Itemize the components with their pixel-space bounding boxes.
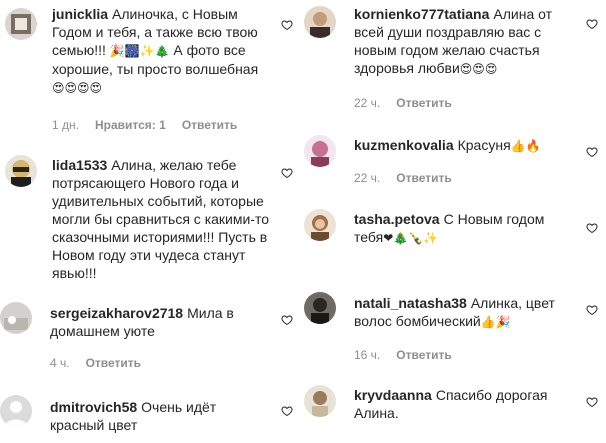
comment-time: 22 ч. — [354, 171, 381, 185]
reply-button[interactable]: Ответить — [396, 348, 451, 362]
avatar[interactable] — [0, 302, 32, 334]
comment-time: 4 ч. — [50, 356, 70, 370]
avatar[interactable] — [0, 395, 32, 427]
comment-emoji: 😍😍😍😍 — [52, 81, 103, 95]
comment-emoji: 👍🎉 — [480, 315, 511, 329]
comment-time: 1 дн. — [52, 118, 79, 132]
avatar[interactable] — [304, 6, 336, 38]
comment-emoji: 👍🔥 — [510, 139, 541, 153]
comment-body: kryvdaanna Спасибо дорогая Алина. — [354, 386, 572, 422]
heart-outline-icon[interactable] — [586, 18, 598, 30]
comment-emoji: 🎉🎆✨🎄 — [109, 44, 170, 58]
comment-body: junicklia Алиночка, с Новым Годом и тебя,… — [52, 5, 270, 97]
comment-body: tasha.petova С Новым годом тебя❤🎄🍾✨ — [354, 210, 572, 247]
comments-column-right: kornienko777tatiana Алина от всей души по… — [302, 0, 602, 443]
comment-username[interactable]: sergeizakharov2718 — [50, 305, 183, 321]
comment-body: dmitrovich58 Очень идёт красный цвет — [50, 398, 270, 434]
reply-button[interactable]: Ответить — [86, 356, 141, 370]
comment-time: 16 ч. — [354, 348, 381, 362]
comment-body: lida1533 Алина, желаю тебе потрясающего Н… — [52, 156, 270, 282]
comment-username[interactable]: dmitrovich58 — [50, 399, 137, 415]
comment-username[interactable]: tasha.petova — [354, 211, 440, 227]
reply-button[interactable]: Ответить — [396, 96, 451, 110]
comment-username[interactable]: kornienko777tatiana — [354, 6, 489, 22]
comment-body: kuzmenkovalia Красуня👍🔥 — [354, 136, 572, 155]
comment-username[interactable]: kuzmenkovalia — [354, 137, 454, 153]
comment-emoji: 😍😍😍 — [459, 62, 498, 76]
heart-outline-icon[interactable] — [586, 396, 598, 408]
avatar[interactable] — [304, 292, 336, 324]
comment-username[interactable]: natali_natasha38 — [354, 295, 467, 311]
comment-text: Алина, желаю тебе потрясающего Нового го… — [52, 157, 269, 281]
comment-likes[interactable]: Нравится: 1 — [95, 118, 166, 132]
comment-text: Красуня — [457, 137, 511, 153]
comment-username[interactable]: lida1533 — [52, 157, 107, 173]
comment-emoji: ❤🎄🍾✨ — [383, 231, 439, 245]
heart-outline-icon[interactable] — [281, 19, 293, 31]
reply-button[interactable]: Ответить — [396, 171, 451, 185]
comment-meta: 22 ч. Ответить — [354, 96, 452, 110]
heart-outline-icon[interactable] — [281, 167, 293, 179]
avatar[interactable] — [5, 155, 37, 187]
comment-body: kornienko777tatiana Алина от всей души по… — [354, 5, 572, 78]
comment-time: 22 ч. — [354, 96, 381, 110]
avatar[interactable] — [304, 135, 336, 167]
comment-meta: 1 дн. Нравится: 1 Ответить — [52, 118, 237, 132]
comment-meta: 4 ч. Ответить — [50, 356, 141, 370]
heart-outline-icon[interactable] — [586, 146, 598, 158]
heart-outline-icon[interactable] — [281, 314, 293, 326]
comment-body: natali_natasha38 Алинка, цвет волос бомби… — [354, 294, 572, 331]
avatar[interactable] — [304, 385, 336, 417]
comments-column-left: junicklia Алиночка, с Новым Годом и тебя,… — [0, 0, 300, 443]
heart-outline-icon[interactable] — [586, 222, 598, 234]
heart-outline-icon[interactable] — [281, 405, 293, 417]
avatar[interactable] — [5, 8, 37, 40]
comment-username[interactable]: kryvdaanna — [354, 387, 432, 403]
heart-outline-icon[interactable] — [586, 304, 598, 316]
reply-button[interactable]: Ответить — [182, 118, 237, 132]
comment-username[interactable]: junicklia — [52, 6, 108, 22]
avatar[interactable] — [304, 209, 336, 241]
comment-meta: 16 ч. Ответить — [354, 348, 452, 362]
comment-body: sergeizakharov2718 Мила в домашнем уюте — [50, 304, 270, 340]
comment-meta: 22 ч. Ответить — [354, 171, 452, 185]
